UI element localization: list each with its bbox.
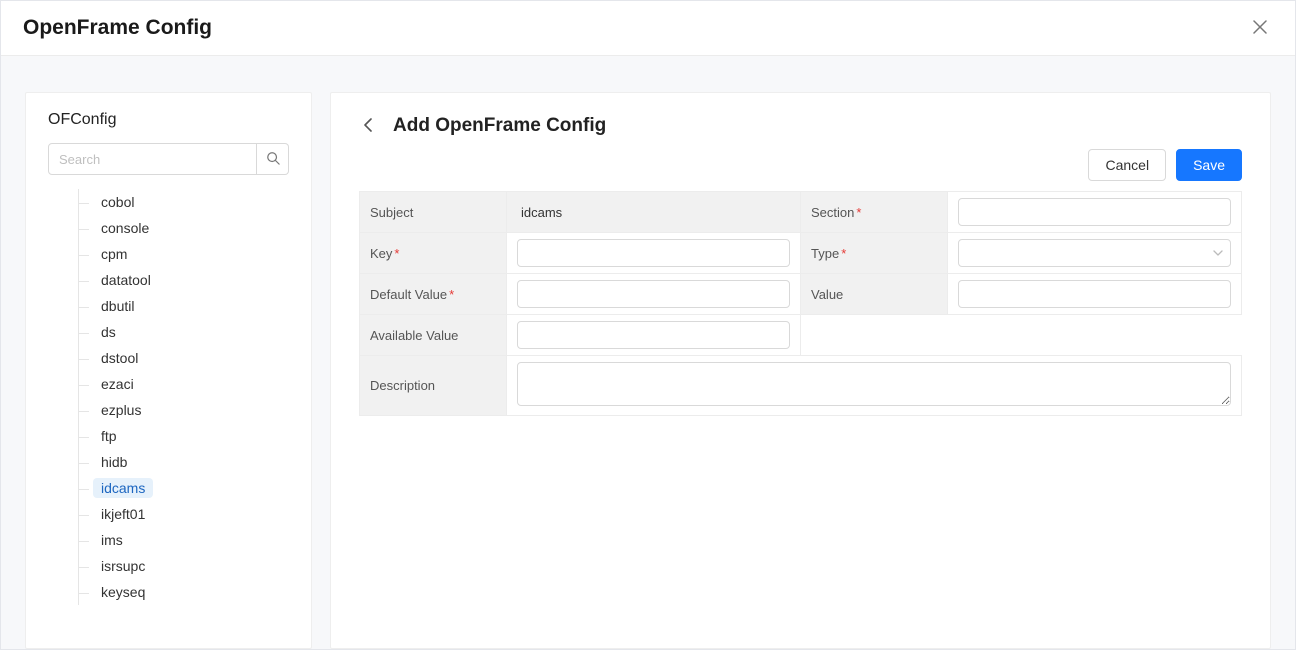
app-window: OpenFrame Config OFConfig cobol console cp… — [0, 0, 1296, 650]
sidebar-item-cpm[interactable]: cpm — [93, 244, 135, 264]
label-key: Key* — [360, 233, 507, 274]
cell-key — [507, 233, 801, 274]
label-subject: Subject — [360, 192, 507, 233]
cell-default-value — [507, 274, 801, 315]
label-available-value: Available Value — [360, 315, 507, 356]
sidebar-item-cobol[interactable]: cobol — [93, 192, 142, 212]
available-value-input[interactable] — [517, 321, 790, 349]
cell-section — [948, 192, 1242, 233]
sidebar-item-keyseq[interactable]: keyseq — [93, 582, 153, 602]
sidebar-title: OFConfig — [48, 111, 289, 129]
back-icon[interactable] — [359, 115, 379, 137]
label-value: Value — [801, 274, 948, 315]
value-input[interactable] — [958, 280, 1231, 308]
label-section: Section* — [801, 192, 948, 233]
sidebar-item-ims[interactable]: ims — [93, 530, 131, 550]
sidebar-item-idcams[interactable]: idcams — [93, 478, 153, 498]
sidebar-item-ftp[interactable]: ftp — [93, 426, 125, 446]
search-icon — [266, 151, 280, 168]
sidebar-item-ezplus[interactable]: ezplus — [93, 400, 149, 420]
description-textarea[interactable] — [517, 362, 1231, 406]
body: OFConfig cobol console cpm datatool dbutil ds… — [1, 56, 1295, 649]
value-subject: idcams — [507, 192, 801, 233]
label-type: Type* — [801, 233, 948, 274]
main-header: Add OpenFrame Config — [359, 115, 1242, 137]
sidebar-item-ikjeft01[interactable]: ikjeft01 — [93, 504, 153, 524]
search-input[interactable] — [48, 143, 257, 175]
sidebar: OFConfig cobol console cpm datatool dbutil ds… — [25, 92, 312, 649]
close-icon[interactable] — [1247, 13, 1273, 43]
save-button[interactable]: Save — [1176, 149, 1242, 181]
label-default-value: Default Value* — [360, 274, 507, 315]
sidebar-item-ds[interactable]: ds — [93, 322, 124, 342]
sidebar-item-hidb[interactable]: hidb — [93, 452, 135, 472]
main-title: Add OpenFrame Config — [393, 115, 606, 137]
cell-type — [948, 233, 1242, 274]
section-input[interactable] — [958, 198, 1231, 226]
cancel-button[interactable]: Cancel — [1088, 149, 1166, 181]
sidebar-tree: cobol console cpm datatool dbutil ds dstool eza… — [48, 189, 289, 648]
search-button[interactable] — [257, 143, 289, 175]
action-bar: Cancel Save — [359, 149, 1242, 181]
key-input[interactable] — [517, 239, 790, 267]
sidebar-item-console[interactable]: console — [93, 218, 157, 238]
sidebar-item-dstool[interactable]: dstool — [93, 348, 146, 368]
sidebar-item-ezaci[interactable]: ezaci — [93, 374, 142, 394]
type-select[interactable] — [958, 239, 1231, 267]
cell-description — [507, 356, 1242, 416]
cell-value — [948, 274, 1242, 315]
sidebar-item-isrsupc[interactable]: isrsupc — [93, 556, 153, 576]
label-description: Description — [360, 356, 507, 416]
sidebar-search — [48, 143, 289, 175]
main-panel: Add OpenFrame Config Cancel Save Subject… — [330, 92, 1271, 649]
sidebar-item-dbutil[interactable]: dbutil — [93, 296, 142, 316]
header-title: OpenFrame Config — [23, 16, 212, 40]
form-table: Subject idcams Section* Key* — [359, 191, 1242, 416]
header: OpenFrame Config — [1, 1, 1295, 56]
default-value-input[interactable] — [517, 280, 790, 308]
sidebar-item-datatool[interactable]: datatool — [93, 270, 159, 290]
cell-available-value — [507, 315, 801, 356]
